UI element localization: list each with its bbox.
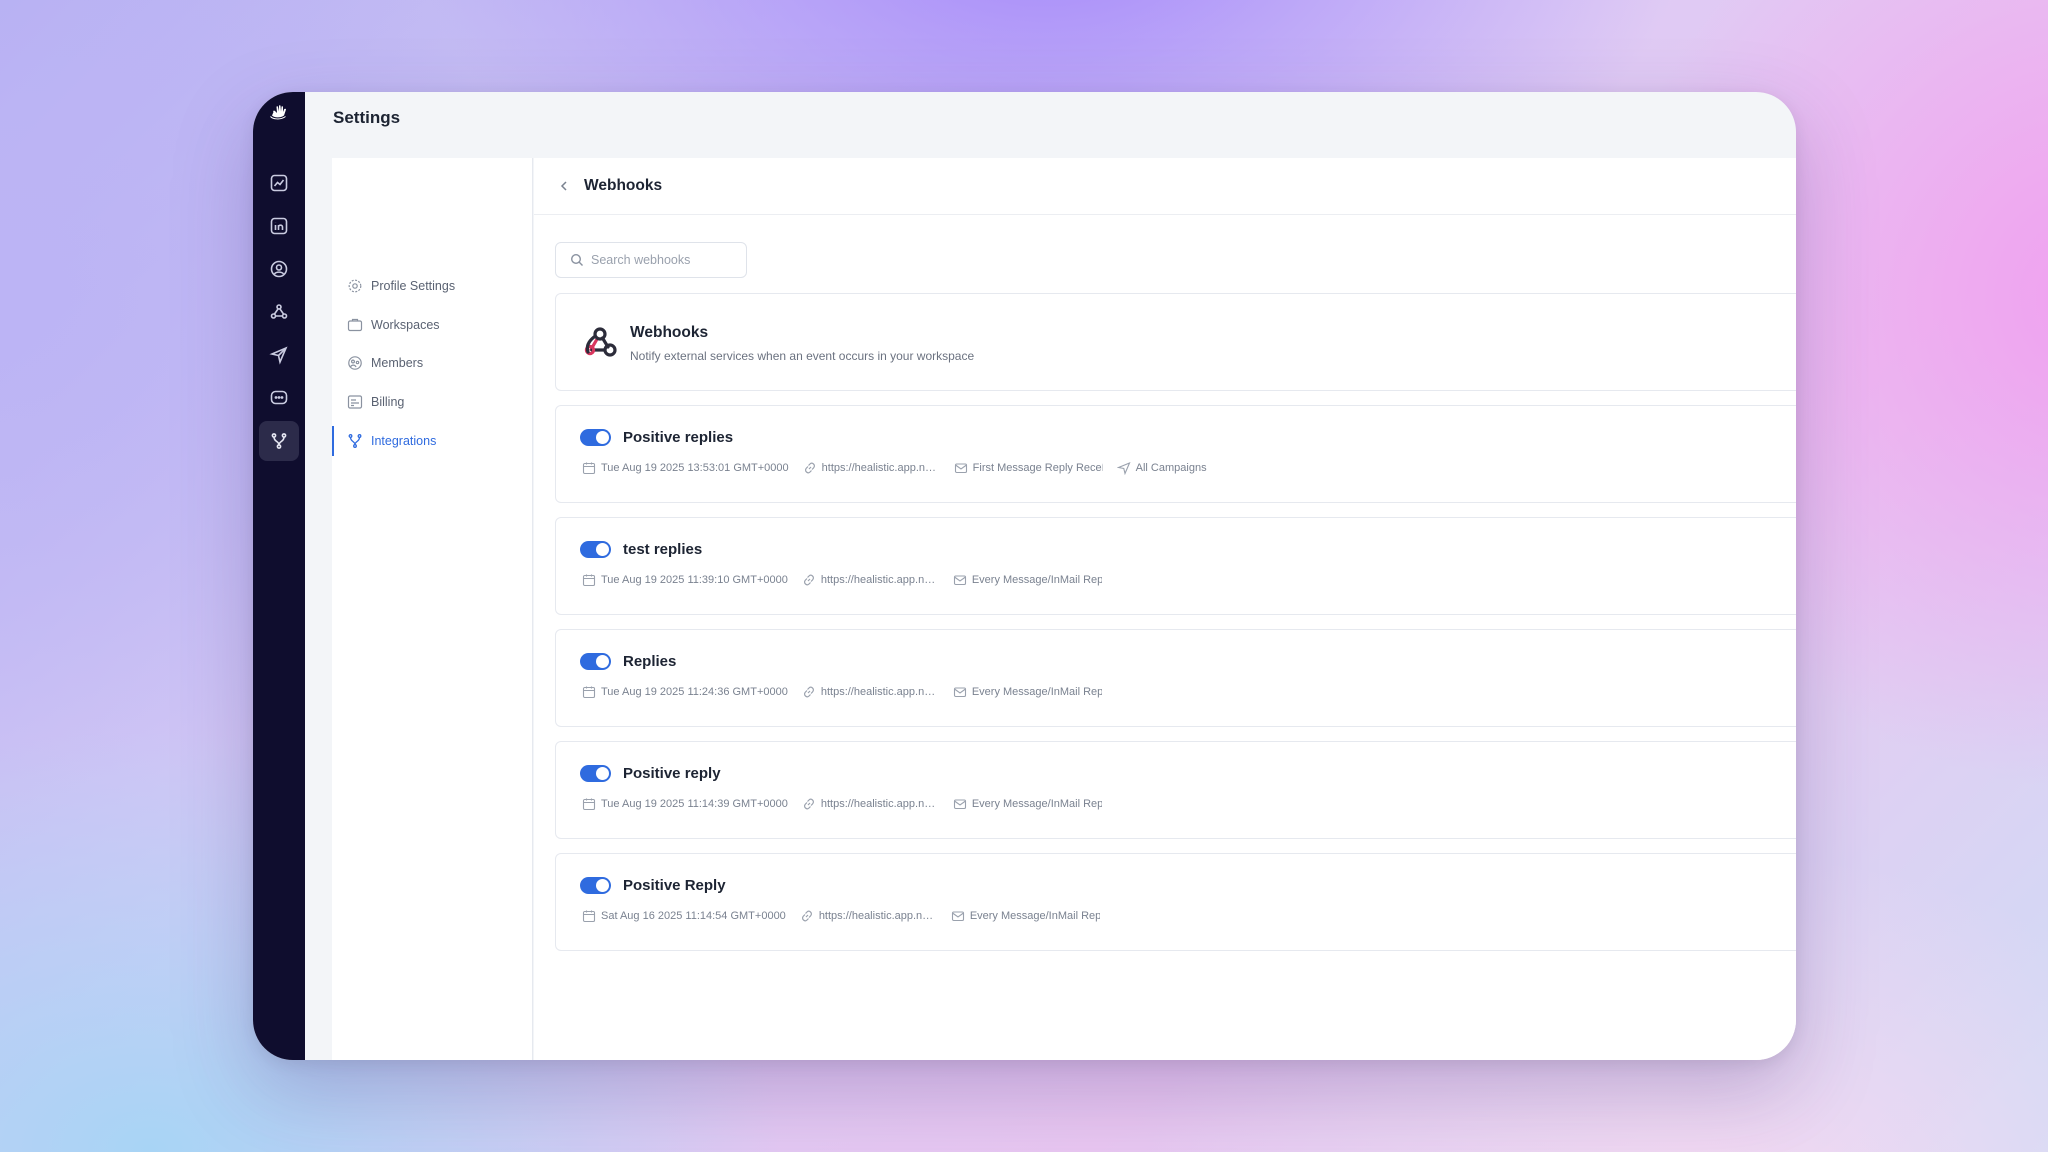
nav-item-members[interactable]: Members bbox=[332, 350, 533, 376]
nav-item-integrations[interactable]: Integrations bbox=[332, 426, 533, 456]
chevron-left-icon[interactable] bbox=[558, 180, 570, 192]
icon-rail bbox=[253, 92, 305, 1060]
link-icon bbox=[803, 798, 814, 810]
enable-toggle[interactable] bbox=[580, 877, 611, 894]
webhook-meta: Tue Aug 19 2025 11:39:10 GMT+0000 https:… bbox=[582, 573, 1116, 587]
link-icon bbox=[803, 574, 814, 586]
webhook-scope: All Campaigns bbox=[1135, 462, 1207, 474]
search-box[interactable] bbox=[555, 242, 747, 278]
enable-toggle[interactable] bbox=[580, 429, 611, 446]
link-icon bbox=[803, 686, 814, 698]
intro-title: Webhooks bbox=[630, 324, 709, 341]
webhook-trigger: Every Message/InMail Repl bbox=[969, 910, 1100, 922]
nav-item-workspaces[interactable]: Workspaces bbox=[332, 312, 533, 338]
settings-nav: Profile Settings Workspaces Members Bill… bbox=[332, 158, 533, 1060]
webhooks-panel: Webhooks Webhooks Notify external servic… bbox=[534, 158, 1796, 1060]
enable-toggle[interactable] bbox=[580, 653, 611, 670]
webhook-date: Tue Aug 19 2025 11:14:39 GMT+0000 bbox=[601, 798, 788, 810]
content-header: Webhooks bbox=[534, 158, 1796, 215]
webhook-url[interactable]: https://healistic.app.n8... bbox=[821, 574, 939, 586]
nav-item-label: Billing bbox=[371, 395, 405, 409]
webhook-logo-icon bbox=[582, 324, 618, 360]
enable-toggle[interactable] bbox=[580, 765, 611, 782]
nav-item-profile-settings[interactable]: Profile Settings bbox=[332, 273, 533, 299]
webhook-meta: Tue Aug 19 2025 11:14:39 GMT+0000 https:… bbox=[582, 797, 1116, 811]
linkedin-icon[interactable] bbox=[259, 206, 299, 246]
webhook-name: Positive Reply bbox=[623, 877, 726, 894]
webhook-name: Replies bbox=[623, 653, 677, 670]
page-title: Settings bbox=[333, 108, 401, 127]
webhook-date: Sat Aug 16 2025 11:14:54 GMT+0000 bbox=[601, 910, 786, 922]
calendar-icon bbox=[582, 574, 596, 587]
campaigns-send-icon[interactable] bbox=[259, 335, 299, 375]
webhook-date: Tue Aug 19 2025 13:53:01 GMT+0000 bbox=[601, 462, 789, 474]
gear-icon bbox=[348, 279, 362, 293]
webhook-row[interactable]: Replies Tue Aug 19 2025 11:24:36 GMT+000… bbox=[555, 629, 1796, 727]
calendar-icon bbox=[582, 686, 596, 699]
network-icon[interactable] bbox=[259, 292, 299, 332]
webhook-url[interactable]: https://healistic.app.n8... bbox=[819, 910, 937, 922]
mail-icon bbox=[954, 463, 967, 474]
messages-icon[interactable] bbox=[259, 378, 299, 418]
webhook-name: Positive replies bbox=[623, 429, 734, 446]
calendar-icon bbox=[582, 798, 596, 811]
webhook-trigger: First Message Reply Receí bbox=[972, 462, 1103, 474]
webhook-trigger: Every Message/InMail Repl bbox=[971, 686, 1102, 698]
briefcase-icon bbox=[347, 318, 363, 332]
mail-icon bbox=[953, 687, 966, 698]
analytics-icon[interactable] bbox=[259, 163, 299, 203]
nav-item-label: Integrations bbox=[371, 434, 437, 448]
billing-icon bbox=[347, 395, 363, 409]
link-icon bbox=[804, 462, 815, 474]
search-input[interactable] bbox=[591, 253, 741, 267]
nav-item-label: Workspaces bbox=[371, 318, 440, 332]
calendar-icon bbox=[582, 910, 596, 923]
section-title: Webhooks bbox=[584, 177, 663, 194]
webhook-row[interactable]: test replies Tue Aug 19 2025 11:39:10 GM… bbox=[555, 517, 1796, 615]
search-icon bbox=[570, 253, 583, 266]
webhook-meta: Sat Aug 16 2025 11:14:54 GMT+0000 https:… bbox=[582, 909, 1114, 923]
webhook-row[interactable]: Positive Reply Sat Aug 16 2025 11:14:54 … bbox=[555, 853, 1796, 951]
webhook-name: test replies bbox=[623, 541, 703, 558]
mail-icon bbox=[953, 575, 966, 586]
link-icon bbox=[801, 910, 812, 922]
hand-logo-icon[interactable] bbox=[259, 96, 299, 130]
webhook-url[interactable]: https://healistic.app.n8... bbox=[821, 686, 939, 698]
app-window: Settings Profile Settings Workspaces Mem… bbox=[253, 92, 1796, 1060]
nav-item-label: Profile Settings bbox=[371, 279, 456, 293]
enable-toggle[interactable] bbox=[580, 541, 611, 558]
webhook-name: Positive reply bbox=[623, 765, 721, 782]
webhook-meta: Tue Aug 19 2025 11:24:36 GMT+0000 https:… bbox=[582, 685, 1116, 699]
calendar-icon bbox=[582, 462, 596, 475]
intro-description: Notify external services when an event o… bbox=[630, 349, 975, 363]
webhooks-intro-card: Webhooks Notify external services when a… bbox=[555, 293, 1796, 391]
team-icon bbox=[348, 356, 362, 370]
mail-icon bbox=[953, 799, 966, 810]
webhook-url[interactable]: https://healistic.app.n8... bbox=[822, 462, 940, 474]
webhook-url[interactable]: https://healistic.app.n8... bbox=[821, 798, 939, 810]
webhook-row[interactable]: Positive replies Tue Aug 19 2025 13:53:0… bbox=[555, 405, 1796, 503]
campaign-send-icon bbox=[1116, 461, 1131, 475]
mail-icon bbox=[951, 911, 964, 922]
webhook-date: Tue Aug 19 2025 11:39:10 GMT+0000 bbox=[601, 574, 788, 586]
contacts-icon[interactable] bbox=[259, 249, 299, 289]
webhook-date: Tue Aug 19 2025 11:24:36 GMT+0000 bbox=[601, 686, 788, 698]
nav-item-label: Members bbox=[371, 356, 424, 370]
webhook-meta: Tue Aug 19 2025 13:53:01 GMT+0000 https:… bbox=[582, 461, 1221, 475]
webhook-row[interactable]: Positive reply Tue Aug 19 2025 11:14:39 … bbox=[555, 741, 1796, 839]
integrations-rail-icon[interactable] bbox=[259, 421, 299, 461]
webhook-trigger: Every Message/InMail Repl bbox=[971, 798, 1102, 810]
integrations-icon bbox=[348, 434, 362, 448]
webhook-trigger: Every Message/InMail Repl bbox=[971, 574, 1102, 586]
nav-item-billing[interactable]: Billing bbox=[332, 389, 533, 415]
